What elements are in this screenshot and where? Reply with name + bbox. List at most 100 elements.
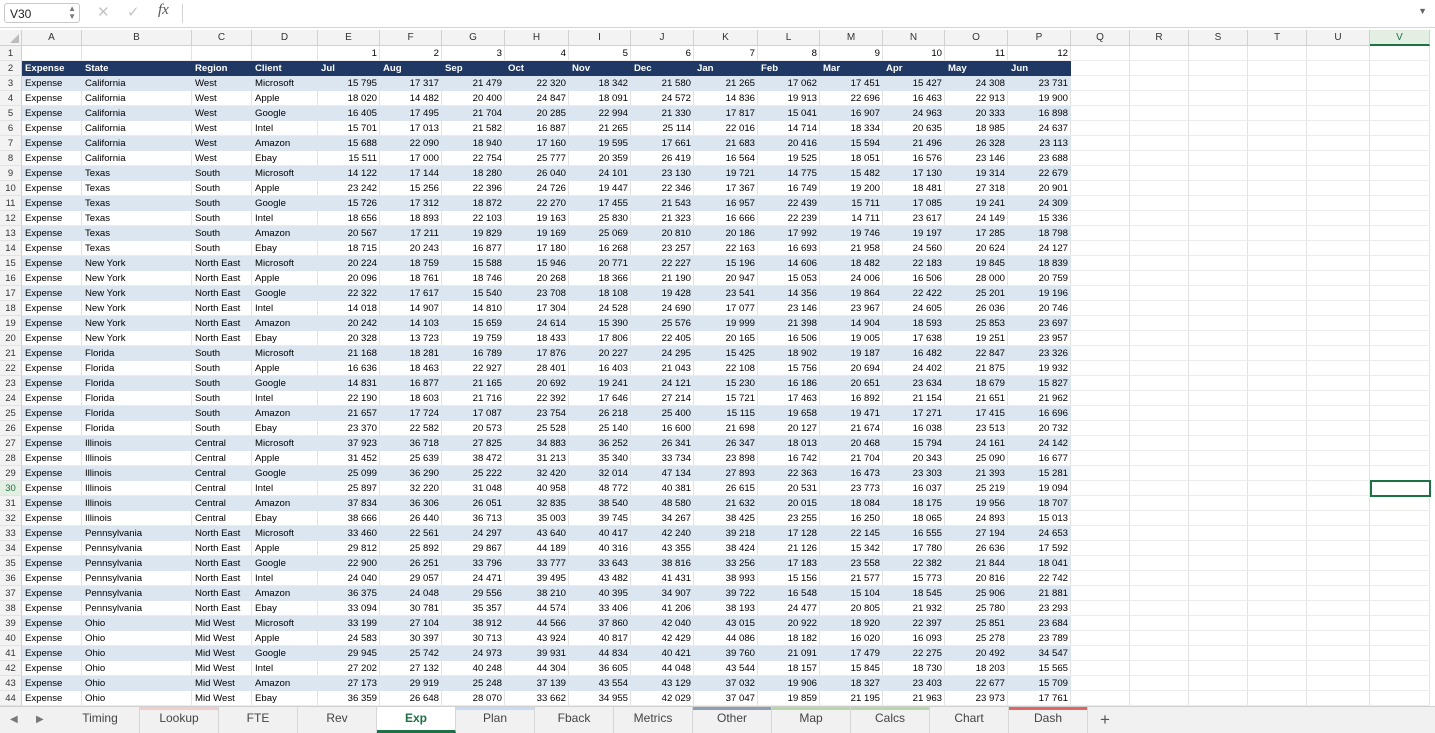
table-cell[interactable]: 39 218 — [694, 526, 758, 541]
table-cell[interactable]: 21 190 — [631, 271, 694, 286]
table-cell[interactable]: 42 429 — [631, 631, 694, 646]
table-cell[interactable]: Apple — [252, 631, 318, 646]
table-cell[interactable]: 20 242 — [318, 316, 380, 331]
table-cell[interactable]: 22 346 — [631, 181, 694, 196]
table-cell[interactable]: Expense — [22, 421, 82, 436]
table-cell[interactable]: 18 203 — [945, 661, 1008, 676]
table-cell[interactable]: 24 572 — [631, 91, 694, 106]
table-cell[interactable]: 16 892 — [820, 391, 883, 406]
table-cell[interactable]: 21 479 — [442, 76, 505, 91]
table-cell[interactable]: 15 104 — [820, 586, 883, 601]
row-header[interactable]: 30 — [0, 481, 22, 496]
table-cell[interactable]: 19 428 — [631, 286, 694, 301]
table-cell[interactable]: 16 789 — [442, 346, 505, 361]
table-cell[interactable]: 24 690 — [631, 301, 694, 316]
spreadsheet-grid[interactable]: A B C D E F G H I J K L M N O P Q R S T U V 1 1 2 3 4 5 6 7 8 9 10 11 12 2 E… — [0, 30, 1435, 706]
table-cell[interactable]: 24 309 — [1008, 196, 1071, 211]
table-cell[interactable]: Expense — [22, 76, 82, 91]
table-header-cell[interactable]: Nov — [569, 61, 631, 76]
table-cell[interactable]: 17 077 — [694, 301, 758, 316]
table-cell[interactable]: Ebay — [252, 241, 318, 256]
table-cell[interactable]: 44 048 — [631, 661, 694, 676]
table-cell[interactable]: 15 709 — [1008, 676, 1071, 691]
table-cell[interactable]: 30 713 — [442, 631, 505, 646]
table-cell[interactable]: 22 422 — [883, 286, 945, 301]
table-cell[interactable]: 18 175 — [883, 496, 945, 511]
table-cell[interactable]: 17 992 — [758, 226, 820, 241]
table-cell[interactable]: 21 582 — [442, 121, 505, 136]
table-cell[interactable]: 24 142 — [1008, 436, 1071, 451]
table-cell[interactable]: Ohio — [82, 616, 192, 631]
table-cell[interactable]: 40 248 — [442, 661, 505, 676]
table-cell[interactable]: 22 090 — [380, 136, 442, 151]
table-cell[interactable]: 31 452 — [318, 451, 380, 466]
table-cell[interactable]: 18 761 — [380, 271, 442, 286]
table-cell[interactable]: 20 015 — [758, 496, 820, 511]
table-cell[interactable]: 47 134 — [631, 466, 694, 481]
table-cell[interactable]: 23 370 — [318, 421, 380, 436]
row-header[interactable]: 2 — [0, 61, 22, 76]
table-cell[interactable]: 17 183 — [758, 556, 820, 571]
row-header[interactable]: 1 — [0, 46, 22, 61]
table-cell[interactable]: Mid West — [192, 661, 252, 676]
table-cell[interactable]: 43 015 — [694, 616, 758, 631]
table-cell[interactable]: 21 265 — [694, 76, 758, 91]
table-cell[interactable]: Expense — [22, 286, 82, 301]
column-header-t[interactable]: T — [1248, 30, 1307, 46]
column-header-k[interactable]: K — [694, 30, 758, 46]
row-header[interactable]: 8 — [0, 151, 22, 166]
table-cell[interactable]: 16 696 — [1008, 406, 1071, 421]
row-header[interactable]: 42 — [0, 661, 22, 676]
table-cell[interactable]: 15 427 — [883, 76, 945, 91]
table-cell[interactable]: 16 666 — [694, 211, 758, 226]
table-cell[interactable]: West — [192, 106, 252, 121]
table-cell[interactable]: 48 772 — [569, 481, 631, 496]
table-cell[interactable]: Expense — [22, 211, 82, 226]
table-cell[interactable]: 24 040 — [318, 571, 380, 586]
column-header-c[interactable]: C — [192, 30, 252, 46]
row-header[interactable]: 14 — [0, 241, 22, 256]
table-cell[interactable]: 16 877 — [442, 241, 505, 256]
table-cell[interactable]: South — [192, 391, 252, 406]
table-cell[interactable]: 18 065 — [883, 511, 945, 526]
table-cell[interactable]: 21 962 — [1008, 391, 1071, 406]
table-cell[interactable]: 21 683 — [694, 136, 758, 151]
table-cell[interactable]: 17 312 — [380, 196, 442, 211]
table-cell[interactable]: 19 658 — [758, 406, 820, 421]
table-cell[interactable]: Mid West — [192, 616, 252, 631]
table-cell[interactable]: 22 927 — [442, 361, 505, 376]
table-cell[interactable]: 19 169 — [505, 226, 569, 241]
table-cell[interactable]: Expense — [22, 316, 82, 331]
table-cell[interactable]: Illinois — [82, 451, 192, 466]
table-cell[interactable]: Intel — [252, 211, 318, 226]
table-cell[interactable]: 21 330 — [631, 106, 694, 121]
table-cell[interactable]: Central — [192, 451, 252, 466]
table-cell[interactable]: Amazon — [252, 676, 318, 691]
table-cell[interactable]: 15 594 — [820, 136, 883, 151]
table-cell[interactable]: 20 492 — [945, 646, 1008, 661]
table-cell[interactable]: Microsoft — [252, 76, 318, 91]
table-cell[interactable]: 21 844 — [945, 556, 1008, 571]
table-cell[interactable]: New York — [82, 271, 192, 286]
table-cell[interactable]: Expense — [22, 241, 82, 256]
table-cell[interactable]: 17 062 — [758, 76, 820, 91]
table-cell[interactable]: 23 697 — [1008, 316, 1071, 331]
table-cell[interactable]: 22 103 — [442, 211, 505, 226]
function-icon[interactable]: fx — [158, 2, 169, 19]
table-cell[interactable]: 20 624 — [945, 241, 1008, 256]
table-cell[interactable]: 21 704 — [820, 451, 883, 466]
table-cell[interactable]: 18 707 — [1008, 496, 1071, 511]
table-cell[interactable]: 25 069 — [569, 226, 631, 241]
row-header[interactable]: 11 — [0, 196, 22, 211]
table-cell[interactable]: Expense — [22, 616, 82, 631]
table-cell[interactable]: 26 648 — [380, 691, 442, 706]
table-cell[interactable]: 24 528 — [569, 301, 631, 316]
table-cell[interactable]: Intel — [252, 391, 318, 406]
table-cell[interactable]: 23 303 — [883, 466, 945, 481]
table-cell[interactable]: 18 157 — [758, 661, 820, 676]
table-cell[interactable]: 26 036 — [945, 301, 1008, 316]
table-cell[interactable]: 18 084 — [820, 496, 883, 511]
table-cell[interactable]: 15 756 — [758, 361, 820, 376]
table-cell[interactable]: 16 576 — [883, 151, 945, 166]
table-cell[interactable]: 14 810 — [442, 301, 505, 316]
